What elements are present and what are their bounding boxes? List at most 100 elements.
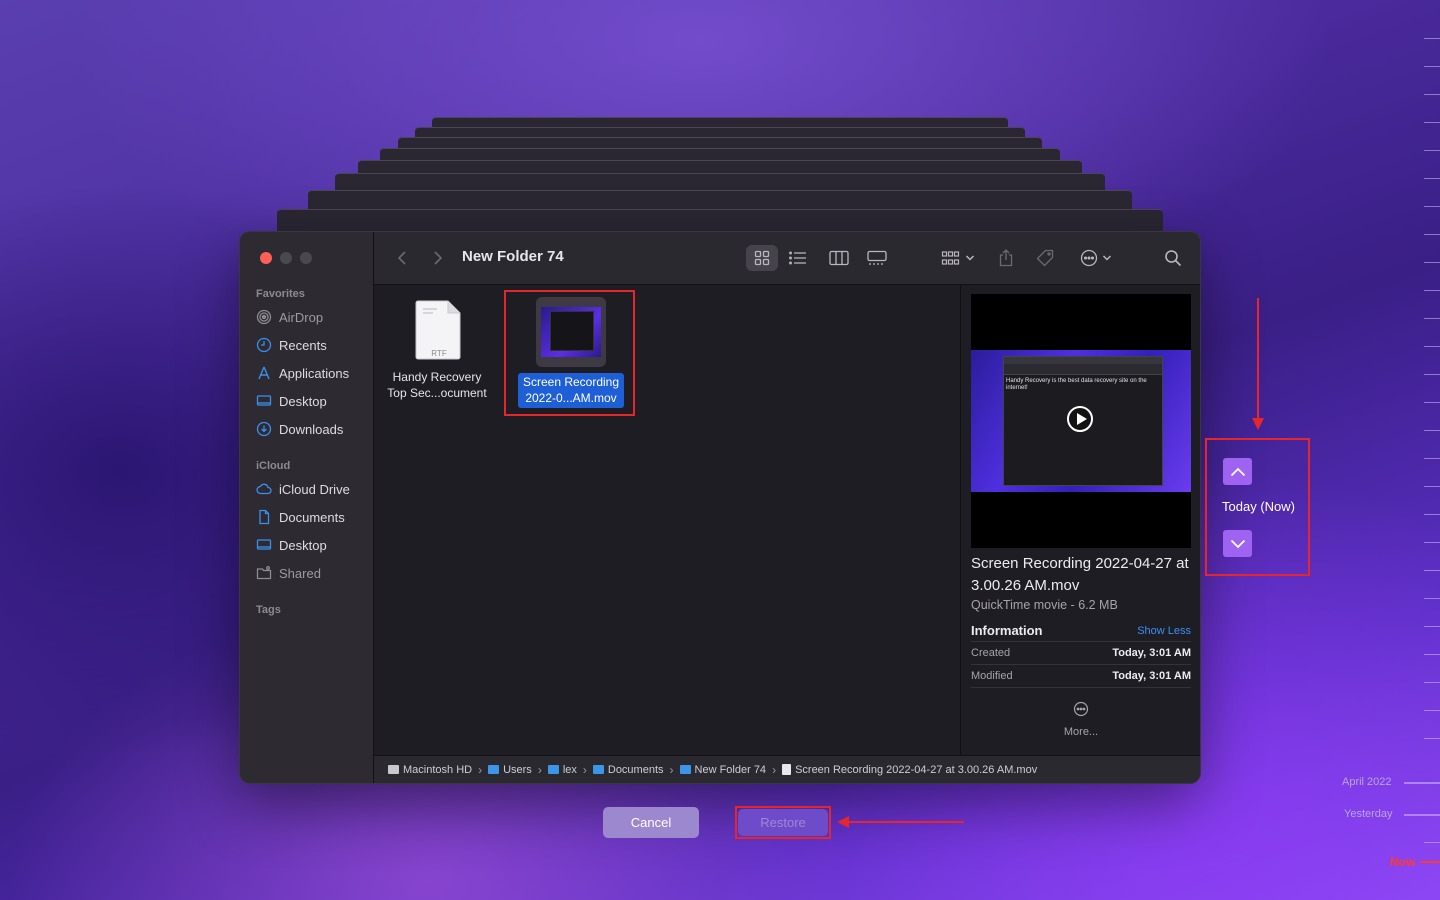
path-bar: Macintosh HD › Users › lex › Documents ›… [374, 755, 1200, 783]
path-item-macintosh-hd[interactable]: Macintosh HD [388, 764, 472, 776]
tags-section-label: Tags [256, 604, 281, 616]
chevron-down-icon [1102, 255, 1112, 261]
ellipsis-circle-icon [1073, 701, 1089, 717]
desktop-icon [256, 539, 272, 550]
sidebar-item-recents[interactable]: Recents [256, 335, 327, 355]
list-view-button[interactable] [786, 246, 810, 270]
sidebar-item-label: Applications [279, 365, 350, 381]
path-item-documents[interactable]: Documents [592, 764, 664, 776]
annotation-arrow-left [837, 816, 964, 828]
sidebar-item-label: Desktop [279, 393, 327, 409]
icloud-section-label: iCloud [256, 460, 291, 472]
timeline-now[interactable]: Now [1390, 855, 1415, 869]
cancel-button[interactable]: Cancel [603, 807, 699, 838]
favorites-section-label: Favorites [256, 288, 305, 300]
grid-icon [754, 250, 770, 266]
file-name: Handy Recovery Top Sec...ocument [387, 370, 487, 400]
sidebar-item-label: Recents [279, 337, 327, 353]
sidebar-item-label: iCloud Drive [279, 481, 350, 497]
preview-file-kind: QuickTime movie - 6.2 MB [971, 598, 1118, 612]
sidebar-item-label: Desktop [279, 537, 327, 553]
forward-button[interactable] [430, 246, 446, 270]
restore-button[interactable]: Restore [738, 809, 828, 836]
ellipsis-circle-icon [1080, 249, 1098, 267]
play-button[interactable] [1067, 406, 1093, 432]
sidebar-item-desktop[interactable]: Desktop [256, 391, 327, 411]
chevron-down-icon [1230, 539, 1245, 548]
sidebar-item-shared[interactable]: Shared [256, 563, 321, 583]
modified-label: Modified [971, 670, 1013, 682]
airdrop-icon [256, 309, 272, 325]
sidebar-item-icloud-desktop[interactable]: Desktop [256, 535, 327, 555]
sidebar-item-airdrop[interactable]: AirDrop [256, 307, 323, 327]
back-button[interactable] [394, 246, 410, 270]
backup-timeline: April 2022 Yesterday Now [1330, 0, 1440, 900]
icon-view-button[interactable] [746, 245, 778, 271]
path-item-users[interactable]: Users [488, 764, 532, 776]
video-preview[interactable]: Handy Recovery is the best data recovery… [971, 294, 1191, 548]
tag-button[interactable] [1034, 246, 1056, 270]
chevron-left-icon [397, 251, 406, 265]
backup-up-button[interactable] [1223, 458, 1252, 485]
sidebar-item-downloads[interactable]: Downloads [256, 419, 343, 439]
list-icon [789, 251, 806, 265]
preview-pane: Handy Recovery is the best data recovery… [960, 285, 1200, 755]
time-machine-navigator: Today (Now) [1207, 440, 1308, 574]
path-item-new-folder[interactable]: New Folder 74 [679, 764, 766, 776]
action-menu-button[interactable] [1076, 246, 1116, 270]
sidebar-item-icloud-drive[interactable]: iCloud Drive [256, 479, 350, 499]
folder-icon [488, 765, 500, 774]
zoom-icon[interactable] [300, 252, 312, 264]
sidebar-item-label: Shared [279, 565, 321, 581]
desktop-icon [256, 395, 272, 406]
group-icon [941, 251, 960, 265]
finder-window: Favorites AirDrop Recents Applications D… [240, 232, 1200, 783]
sidebar: Favorites AirDrop Recents Applications D… [240, 232, 374, 783]
gallery-icon [867, 250, 887, 265]
file-item-rtf[interactable]: RTF Handy Recovery Top Sec...ocument [382, 297, 492, 407]
timeline-april-2022[interactable]: April 2022 [1342, 776, 1392, 788]
download-icon [256, 421, 272, 437]
folder-icon [547, 765, 559, 774]
search-button[interactable] [1162, 246, 1184, 270]
chevron-down-icon [965, 255, 975, 261]
more-button[interactable]: More... [1041, 701, 1121, 741]
more-label: More... [1063, 726, 1099, 738]
created-label: Created [971, 647, 1011, 659]
sidebar-item-applications[interactable]: Applications [256, 363, 349, 383]
close-icon[interactable] [260, 252, 272, 264]
document-icon [259, 509, 270, 525]
sidebar-item-documents[interactable]: Documents [256, 507, 345, 527]
modified-value: Today, 3:01 AM [1112, 670, 1191, 682]
video-caption: Handy Recovery is the best data recovery… [1006, 378, 1147, 391]
shared-folder-icon [256, 566, 272, 580]
sidebar-item-label: Documents [279, 509, 345, 525]
minimize-icon[interactable] [280, 252, 292, 264]
timeline-yesterday[interactable]: Yesterday [1344, 808, 1393, 820]
information-label: Information [971, 623, 1043, 638]
show-less-link[interactable]: Show Less [1137, 625, 1191, 637]
group-by-button[interactable] [938, 246, 978, 270]
share-button[interactable] [996, 246, 1016, 270]
cloud-icon [256, 483, 272, 495]
clock-icon [256, 337, 272, 353]
share-icon [999, 249, 1013, 267]
sidebar-item-label: AirDrop [279, 309, 324, 325]
applications-icon [258, 366, 270, 380]
play-icon [1077, 413, 1087, 425]
movie-file-icon [782, 764, 792, 775]
window-title: New Folder 74 [462, 248, 564, 265]
backup-down-button[interactable] [1223, 530, 1252, 557]
path-item-file[interactable]: Screen Recording 2022-04-27 at 3.00.26 A… [782, 764, 1037, 776]
toolbar: New Folder 74 [374, 232, 1200, 285]
search-icon [1165, 250, 1182, 267]
preview-file-name: Screen Recording 2022-04-27 at 3.00.26 A… [971, 555, 1189, 594]
folder-icon [679, 765, 691, 774]
gallery-view-button[interactable] [864, 246, 890, 270]
columns-icon [829, 250, 849, 266]
annotation-box-selected-file [504, 290, 635, 416]
file-badge: RTF [431, 349, 447, 358]
column-view-button[interactable] [826, 246, 852, 270]
path-item-lex[interactable]: lex [547, 764, 577, 776]
folder-icon [592, 765, 604, 774]
